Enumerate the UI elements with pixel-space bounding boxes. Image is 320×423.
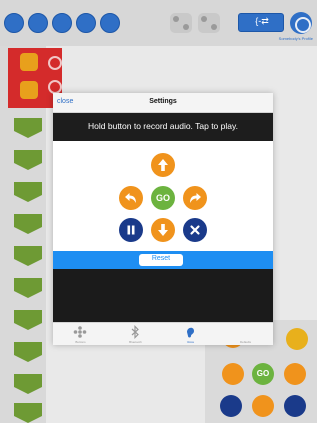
bluetooth-icon bbox=[131, 325, 139, 339]
turn-left-control[interactable] bbox=[222, 363, 244, 385]
pause-control[interactable] bbox=[220, 395, 242, 417]
defaults-icon bbox=[237, 325, 253, 339]
instruction-text: Hold button to record audio. Tap to play… bbox=[88, 121, 238, 131]
share-icon[interactable] bbox=[100, 13, 120, 33]
arrow-down-icon bbox=[158, 224, 168, 236]
turn-left-icon bbox=[125, 193, 136, 203]
edit-icon[interactable] bbox=[76, 13, 96, 33]
reset-button[interactable]: Reset bbox=[139, 254, 183, 266]
instruction-banner: Hold button to record audio. Tap to play… bbox=[53, 113, 273, 141]
reset-label: Reset bbox=[151, 255, 171, 262]
folder-icon[interactable] bbox=[28, 13, 48, 33]
arrow-up-icon bbox=[158, 159, 168, 171]
tab-bluetooth[interactable]: Bluetooth bbox=[108, 323, 163, 346]
arrow-up-block-icon bbox=[20, 53, 38, 71]
arrow-down-control[interactable] bbox=[252, 395, 274, 417]
tab-defaults[interactable]: Defaults bbox=[218, 323, 273, 346]
voice-icon[interactable] bbox=[198, 13, 220, 33]
go-label: GO bbox=[256, 369, 270, 378]
delete-circle-icon[interactable] bbox=[48, 56, 62, 70]
code-icon: {-⇄ bbox=[255, 16, 269, 26]
arrow-up-button[interactable] bbox=[151, 153, 175, 177]
user-profile-text: Somebody's Profile bbox=[278, 36, 313, 41]
go-button[interactable]: GO bbox=[151, 186, 175, 210]
go-label: GO bbox=[155, 193, 170, 203]
reset-bar: Reset bbox=[53, 251, 273, 269]
gear-icon[interactable] bbox=[290, 12, 312, 34]
tab-label: Voice bbox=[186, 340, 195, 344]
cancel-icon bbox=[190, 225, 200, 235]
inbox-icon[interactable] bbox=[52, 13, 72, 33]
turn-right-icon bbox=[190, 193, 201, 203]
settings-modal: close Settings Hold button to record aud… bbox=[53, 93, 273, 345]
turn-right-button[interactable] bbox=[183, 186, 207, 210]
voice-icon bbox=[187, 327, 194, 338]
turn-right-control[interactable] bbox=[284, 363, 306, 385]
pause-icon bbox=[127, 225, 135, 235]
modal-title: Settings bbox=[149, 98, 177, 105]
settings-tabbar: Buttons Bluetooth Voice Defaults bbox=[53, 322, 273, 345]
tab-label: Defaults bbox=[239, 340, 251, 344]
recording-area bbox=[53, 269, 273, 322]
go-control[interactable]: GO bbox=[252, 363, 274, 385]
modal-navbar: close Settings bbox=[53, 93, 273, 113]
delete-circle-icon[interactable] bbox=[48, 80, 62, 94]
tab-label: Buttons bbox=[75, 340, 86, 344]
tab-voice[interactable]: Voice bbox=[163, 323, 218, 346]
blocks-icon[interactable] bbox=[170, 13, 192, 33]
pause-button[interactable] bbox=[119, 218, 143, 242]
controls-icon bbox=[73, 326, 87, 338]
toolbar: {-⇄ Somebody's Profile bbox=[0, 0, 317, 46]
tab-label: Bluetooth bbox=[129, 340, 142, 344]
sound-block-icon bbox=[20, 81, 38, 99]
cancel-control[interactable] bbox=[284, 395, 306, 417]
cancel-button[interactable] bbox=[183, 218, 207, 242]
tab-buttons[interactable]: Buttons bbox=[53, 323, 108, 346]
sound-control[interactable] bbox=[286, 328, 308, 350]
code-mode-button[interactable]: {-⇄ bbox=[238, 13, 284, 32]
save-icon[interactable] bbox=[4, 13, 24, 33]
arrow-down-button[interactable] bbox=[151, 218, 175, 242]
turn-left-button[interactable] bbox=[119, 186, 143, 210]
